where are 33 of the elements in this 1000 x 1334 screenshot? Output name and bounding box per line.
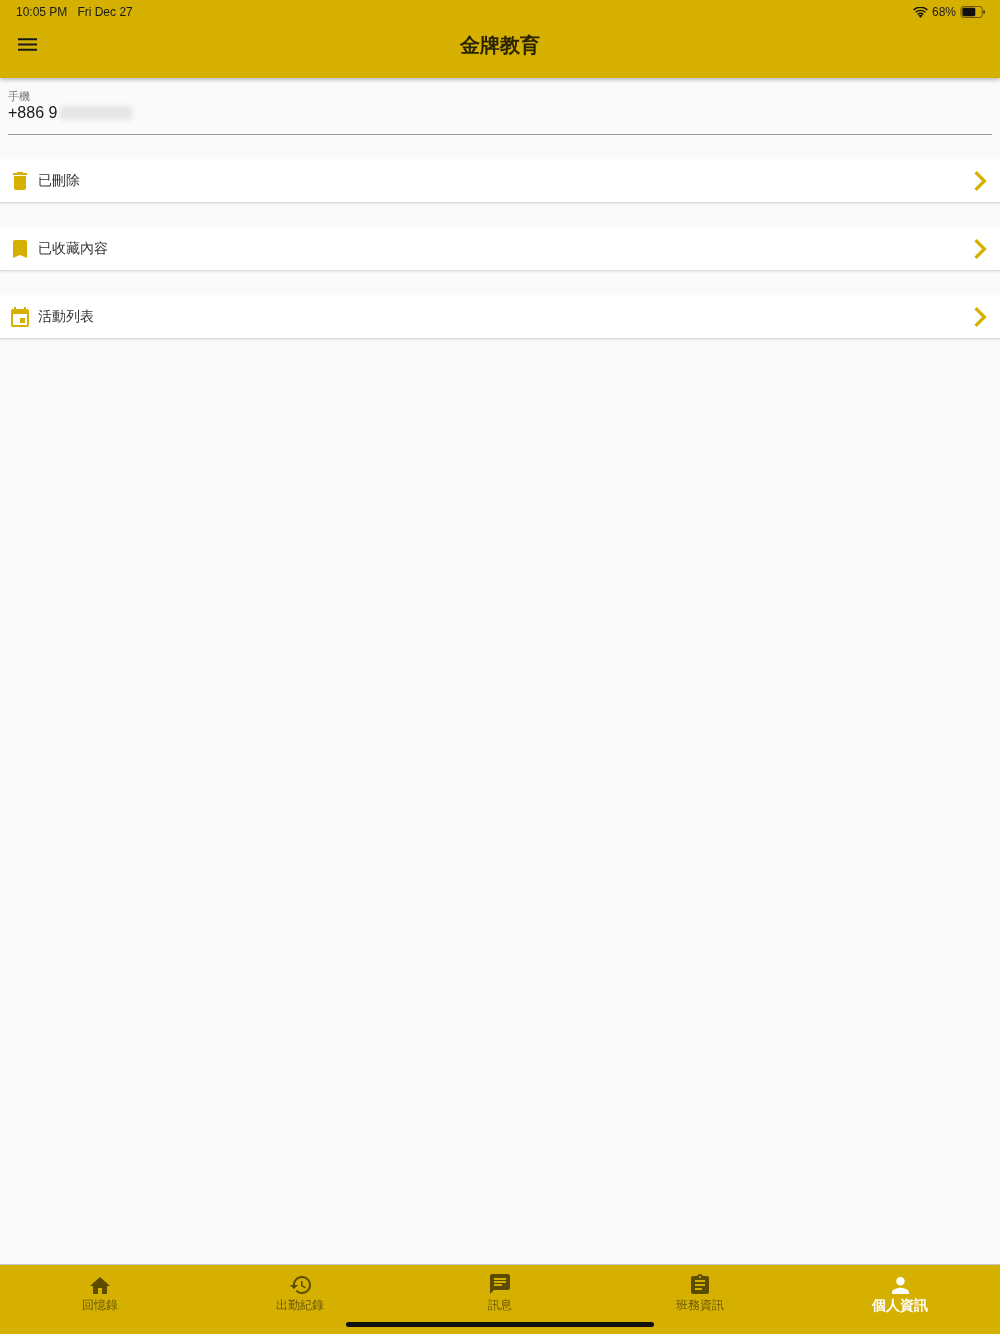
menu-label: 已刪除 bbox=[38, 171, 81, 190]
battery-percentage: 68% bbox=[931, 4, 956, 21]
menu-button[interactable] bbox=[18, 38, 37, 51]
menu-row[interactable]: 已收藏內容 bbox=[0, 227, 1000, 271]
bookmark-icon bbox=[13, 239, 27, 258]
phone-field[interactable]: 手機 +886 9 bbox=[8, 91, 992, 135]
tab-item[interactable]: 個人資訊 bbox=[800, 1265, 1000, 1334]
battery-icon bbox=[960, 6, 986, 18]
tab-item[interactable]: 班務資訊 bbox=[600, 1265, 800, 1334]
tab-item[interactable]: 回憶錄 bbox=[0, 1265, 200, 1334]
tab-item[interactable]: 訊息 bbox=[400, 1265, 600, 1334]
menu-row[interactable]: 活動列表 bbox=[0, 295, 1000, 339]
app-title: 金牌教育 bbox=[460, 31, 540, 59]
chevron-right-icon bbox=[974, 306, 987, 327]
status-date: Fri Dec 27 bbox=[77, 4, 133, 21]
trash-icon bbox=[13, 171, 27, 190]
tab-item[interactable]: 出勤紀錄 bbox=[200, 1265, 400, 1334]
chevron-right-icon bbox=[974, 170, 987, 191]
status-time: 10:05 PM bbox=[16, 4, 68, 21]
wifi-icon bbox=[912, 6, 928, 18]
chevron-right-icon bbox=[974, 238, 987, 259]
history-icon bbox=[289, 1276, 311, 1294]
chat-icon bbox=[490, 1274, 510, 1294]
calendar-icon bbox=[11, 306, 29, 327]
menu-row[interactable]: 已刪除 bbox=[0, 159, 1000, 203]
menu-icon bbox=[18, 38, 37, 51]
person-icon bbox=[891, 1277, 909, 1294]
clipboard-icon bbox=[691, 1274, 709, 1294]
field-label: 手機 bbox=[8, 90, 31, 103]
home-icon bbox=[90, 1277, 110, 1294]
menu-label: 已收藏內容 bbox=[38, 239, 109, 258]
menu-label: 活動列表 bbox=[38, 307, 95, 326]
phone-value: +886 9 bbox=[8, 103, 58, 123]
